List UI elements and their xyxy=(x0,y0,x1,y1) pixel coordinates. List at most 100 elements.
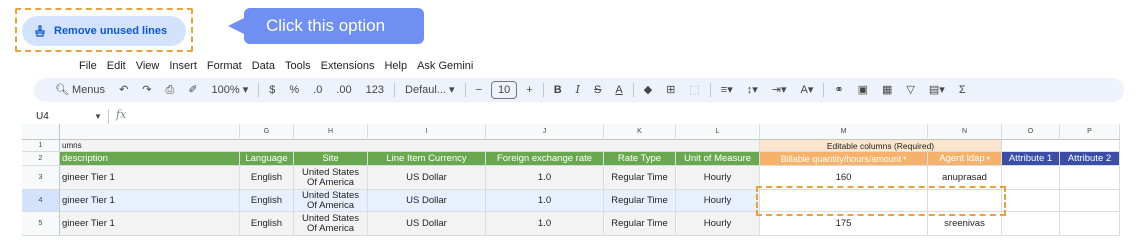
chevron-down-icon[interactable]: ▼ xyxy=(94,110,102,124)
cell-attribute-2[interactable] xyxy=(1060,190,1120,212)
number-format-button[interactable]: 123 xyxy=(359,78,391,102)
section-title-cell[interactable]: umns xyxy=(60,140,760,152)
cell-exchange-rate[interactable]: 1.0 xyxy=(486,212,604,236)
menu-format[interactable]: Format xyxy=(202,57,247,75)
cell-unit[interactable]: Hourly xyxy=(676,166,760,190)
select-all-corner[interactable] xyxy=(22,124,60,140)
text-color-icon[interactable]: A xyxy=(608,78,629,102)
insert-link-icon[interactable]: ⚭ xyxy=(827,78,850,102)
cell-attribute-1[interactable] xyxy=(1002,166,1060,190)
print-icon[interactable]: ⎙ xyxy=(159,78,182,102)
row-header-1[interactable]: 1 xyxy=(22,140,60,152)
undo-icon[interactable]: ↶ xyxy=(112,78,135,102)
header-site[interactable]: Site xyxy=(294,152,368,166)
header-line-item-currency[interactable]: Line Item Currency xyxy=(368,152,486,166)
name-box[interactable]: U4 xyxy=(36,110,49,124)
text-rotation-icon[interactable]: A▾ xyxy=(794,78,821,102)
paint-format-icon[interactable]: ✐ xyxy=(181,78,204,102)
cell-site[interactable]: United States Of America xyxy=(294,190,368,212)
menu-edit[interactable]: Edit xyxy=(102,57,131,75)
column-header-o[interactable]: O xyxy=(1002,124,1060,140)
row-header-4[interactable]: 4 xyxy=(22,190,60,212)
cell-unit[interactable]: Hourly xyxy=(676,212,760,236)
menu-tools[interactable]: Tools xyxy=(280,57,316,75)
header-billable-quantity[interactable]: Billable quantity/hours/amount ▾ xyxy=(760,152,928,166)
insert-comment-icon[interactable]: ▣ xyxy=(851,78,875,102)
column-header-j[interactable]: J xyxy=(486,124,604,140)
column-header-i[interactable]: I xyxy=(368,124,486,140)
cell-currency[interactable]: US Dollar xyxy=(368,212,486,236)
menu-file[interactable]: File xyxy=(74,57,102,75)
borders-icon[interactable]: ⊞ xyxy=(659,78,682,102)
insert-chart-icon[interactable]: ▦ xyxy=(875,78,899,102)
cell-currency[interactable]: US Dollar xyxy=(368,190,486,212)
remove-unused-lines-button[interactable]: Remove unused lines xyxy=(22,16,186,46)
decrease-decimal-button[interactable]: .0 xyxy=(306,78,329,102)
column-header-g[interactable]: G xyxy=(240,124,294,140)
bold-icon[interactable]: B xyxy=(547,78,569,102)
column-header-n[interactable]: N xyxy=(928,124,1002,140)
header-attribute-1[interactable]: Attribute 1 xyxy=(1002,152,1060,166)
cell-attribute-1[interactable] xyxy=(1002,190,1060,212)
header-agent-ldap[interactable]: Agent ldap ▾ xyxy=(928,152,1002,166)
column-header-p[interactable]: P xyxy=(1060,124,1120,140)
header-language[interactable]: Language xyxy=(240,152,294,166)
editable-columns-title[interactable]: Editable columns (Required) xyxy=(760,140,1002,152)
menu-insert[interactable]: Insert xyxy=(164,57,202,75)
percent-button[interactable]: % xyxy=(282,78,306,102)
redo-icon[interactable]: ↷ xyxy=(135,78,158,102)
header-description[interactable]: description xyxy=(60,152,240,166)
header-rate-type[interactable]: Rate Type xyxy=(604,152,676,166)
filter-views-icon[interactable]: ▤▾ xyxy=(922,78,952,102)
horizontal-align-icon[interactable]: ≡▾ xyxy=(714,78,740,102)
cell-language[interactable]: English xyxy=(240,190,294,212)
merge-cells-icon[interactable]: ⬚ xyxy=(682,78,706,102)
column-header-f[interactable] xyxy=(60,124,240,140)
cell-currency[interactable]: US Dollar xyxy=(368,166,486,190)
cell-site[interactable]: United States Of America xyxy=(294,166,368,190)
empty-cell[interactable] xyxy=(1002,140,1120,152)
font-size-input[interactable]: 10 xyxy=(491,81,518,99)
menu-view[interactable]: View xyxy=(131,57,165,75)
column-header-l[interactable]: L xyxy=(676,124,760,140)
row-header-5[interactable]: 5 xyxy=(22,212,60,236)
filter-dropdown-icon[interactable]: ▾ xyxy=(903,154,906,164)
text-wrap-icon[interactable]: ⇥▾ xyxy=(765,78,794,102)
decrease-font-size-icon[interactable]: − xyxy=(469,78,489,102)
column-header-m[interactable]: M xyxy=(760,124,928,140)
header-foreign-exchange-rate[interactable]: Foreign exchange rate xyxy=(486,152,604,166)
currency-button[interactable]: $ xyxy=(262,78,282,102)
cell-description[interactable]: gineer Tier 1 xyxy=(60,190,240,212)
cell-rate-type[interactable]: Regular Time xyxy=(604,212,676,236)
header-unit-of-measure[interactable]: Unit of Measure xyxy=(676,152,760,166)
cell-attribute-1[interactable] xyxy=(1002,212,1060,236)
search-menus[interactable]: 🔍︎ Menus xyxy=(48,78,112,102)
filter-icon[interactable]: ▽ xyxy=(899,78,921,102)
increase-font-size-icon[interactable]: + xyxy=(519,78,539,102)
font-select[interactable]: Defaul... ▾ xyxy=(398,78,462,102)
column-header-k[interactable]: K xyxy=(604,124,676,140)
cell-description[interactable]: gineer Tier 1 xyxy=(60,212,240,236)
header-attribute-2[interactable]: Attribute 2 xyxy=(1060,152,1120,166)
vertical-align-icon[interactable]: ↕▾ xyxy=(740,78,765,102)
zoom-select[interactable]: 100% ▾ xyxy=(205,78,256,102)
menu-ask-gemini[interactable]: Ask Gemini xyxy=(412,57,478,75)
menu-help[interactable]: Help xyxy=(379,57,412,75)
menu-data[interactable]: Data xyxy=(247,57,280,75)
cell-attribute-2[interactable] xyxy=(1060,212,1120,236)
functions-icon[interactable]: Σ xyxy=(952,78,973,102)
cell-exchange-rate[interactable]: 1.0 xyxy=(486,166,604,190)
menu-extensions[interactable]: Extensions xyxy=(316,57,380,75)
cell-language[interactable]: English xyxy=(240,166,294,190)
row-header-2[interactable]: 2 xyxy=(22,152,60,166)
cell-rate-type[interactable]: Regular Time xyxy=(604,190,676,212)
column-header-h[interactable]: H xyxy=(294,124,368,140)
italic-icon[interactable]: I xyxy=(569,78,587,102)
cell-attribute-2[interactable] xyxy=(1060,166,1120,190)
row-header-3[interactable]: 3 xyxy=(22,166,60,190)
increase-decimal-button[interactable]: .00 xyxy=(329,78,358,102)
fill-color-icon[interactable]: ◆ xyxy=(637,78,659,102)
cell-exchange-rate[interactable]: 1.0 xyxy=(486,190,604,212)
filter-dropdown-icon[interactable]: ▾ xyxy=(987,154,990,164)
cell-description[interactable]: gineer Tier 1 xyxy=(60,166,240,190)
